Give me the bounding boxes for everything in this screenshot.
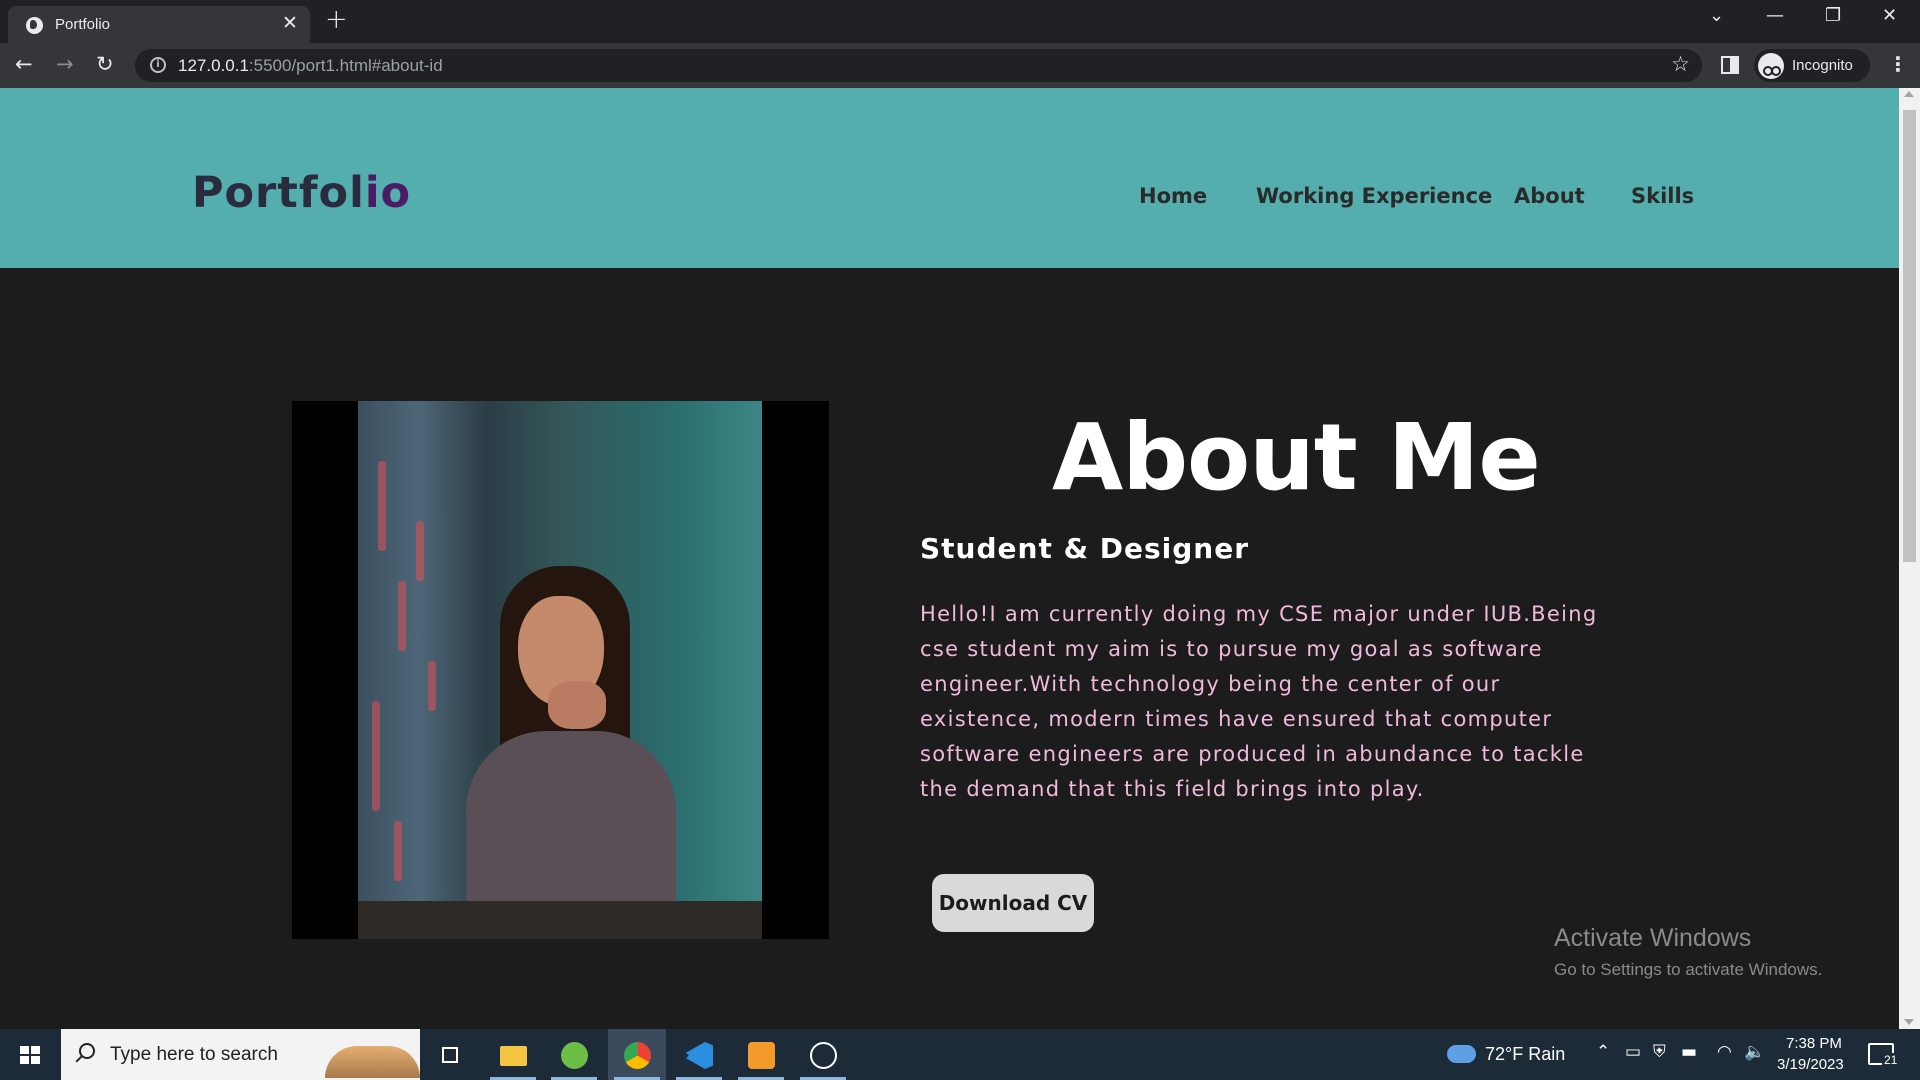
address-bar[interactable]: i 127.0.0.1:5500/port1.html#about-id ☆ [135, 49, 1702, 82]
activate-windows-title: Activate Windows [1554, 924, 1752, 952]
tab-title: Portfolio [55, 16, 111, 33]
weather-text: 72°F Rain [1485, 1044, 1566, 1064]
site-info-icon[interactable]: i [150, 57, 166, 73]
battery-icon[interactable]: ▬ [1681, 1042, 1697, 1062]
windows-taskbar: Type here to search 72°F Rain ⌃ ▭ ⛨ ▬ ◠ … [0, 1029, 1920, 1080]
reload-icon[interactable]: ↻ [96, 52, 114, 76]
nav-working-experience-link[interactable]: Working Experience [1256, 184, 1492, 208]
download-cv-button[interactable]: Download CV [932, 874, 1094, 932]
clock-time[interactable]: 7:38 PM [1786, 1035, 1842, 1052]
windows-start-icon[interactable] [20, 1046, 41, 1065]
search-highlight-image [325, 1046, 420, 1078]
window-close-icon[interactable]: ✕ [1882, 5, 1897, 26]
minimize-icon[interactable]: — [1766, 5, 1784, 26]
incognito-profile-button[interactable]: Incognito [1754, 49, 1870, 82]
chrome-icon[interactable] [608, 1029, 666, 1080]
new-tab-button[interactable]: + [325, 4, 348, 35]
browser-tab-strip: Portfolio ✕ + ⌄ — ❐ ✕ [0, 0, 1920, 43]
search-icon [79, 1043, 95, 1059]
incognito-label: Incognito [1792, 57, 1853, 74]
file-explorer-icon[interactable] [484, 1029, 542, 1080]
about-subheading: Student & Designer [920, 532, 1250, 565]
close-tab-icon[interactable]: ✕ [282, 12, 298, 34]
side-panel-icon[interactable] [1721, 56, 1739, 74]
page-scrollbar[interactable] [1899, 88, 1920, 1029]
bookmark-star-icon[interactable]: ☆ [1671, 52, 1690, 76]
browser-menu-icon[interactable]: ⋮ [1888, 52, 1908, 76]
nav-skills-link[interactable]: Skills [1631, 184, 1694, 208]
task-view-icon[interactable] [421, 1029, 479, 1080]
page-viewport: Portfolio Home Working Experience About … [0, 88, 1899, 1029]
profile-photo-frame [292, 401, 829, 939]
url-text[interactable]: 127.0.0.1:5500/port1.html#about-id [178, 56, 443, 76]
scrollbar-thumb[interactable] [1903, 110, 1916, 562]
browser-toolbar: ← → ↻ i 127.0.0.1:5500/port1.html#about-… [0, 43, 1920, 88]
meet-now-icon[interactable]: ▭ [1625, 1042, 1641, 1062]
wifi-icon[interactable]: ◠ [1717, 1042, 1732, 1062]
nav-about-link[interactable]: About [1514, 184, 1585, 208]
notification-center-icon[interactable]: 21 [1868, 1043, 1900, 1067]
security-icon[interactable]: ⛨ [1653, 1042, 1666, 1062]
site-logo[interactable]: Portfolio [192, 168, 411, 218]
scroll-up-icon[interactable] [1904, 91, 1914, 97]
scroll-down-icon[interactable] [1904, 1019, 1914, 1025]
forward-arrow-icon[interactable]: → [56, 52, 74, 76]
nav-home-link[interactable]: Home [1139, 184, 1207, 208]
search-placeholder: Type here to search [110, 1044, 278, 1065]
media-player-icon[interactable] [794, 1029, 852, 1080]
notification-count: 21 [1882, 1053, 1900, 1067]
restore-icon[interactable]: ❐ [1825, 5, 1841, 26]
clock-date[interactable]: 3/19/2023 [1777, 1056, 1844, 1073]
utorrent-icon[interactable] [545, 1029, 603, 1080]
rain-cloud-icon [1447, 1045, 1476, 1063]
sublime-text-icon[interactable] [732, 1029, 790, 1080]
taskbar-search-box[interactable]: Type here to search [61, 1029, 420, 1080]
about-heading: About Me [1052, 404, 1541, 511]
activate-windows-subtitle: Go to Settings to activate Windows. [1554, 960, 1823, 979]
show-hidden-icons-chevron-icon[interactable]: ⌃ [1596, 1042, 1610, 1062]
globe-icon [26, 17, 43, 34]
about-paragraph: Hello!I am currently doing my CSE major … [920, 602, 1598, 801]
tab-search-icon[interactable]: ⌄ [1709, 5, 1724, 26]
back-arrow-icon[interactable]: ← [15, 52, 33, 76]
volume-icon[interactable]: 🔈 [1744, 1042, 1765, 1062]
profile-photo [358, 401, 762, 939]
site-header: Portfolio Home Working Experience About … [0, 88, 1899, 268]
browser-tab[interactable]: Portfolio ✕ [8, 6, 310, 43]
vscode-icon[interactable] [670, 1029, 728, 1080]
incognito-icon [1758, 53, 1784, 79]
